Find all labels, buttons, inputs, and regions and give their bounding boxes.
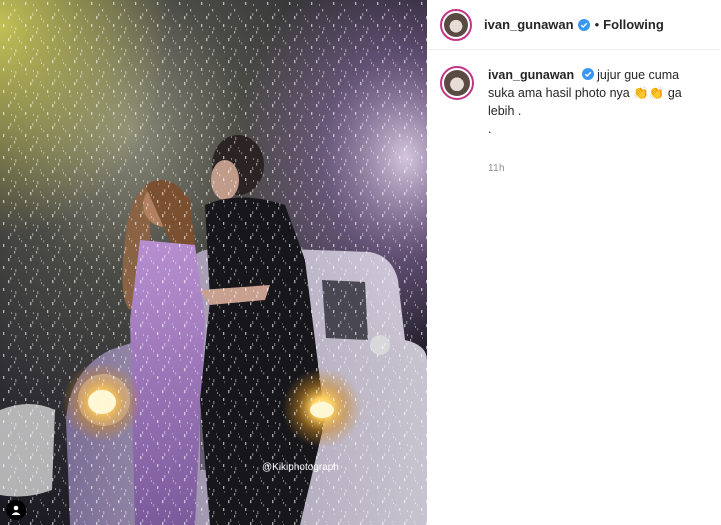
comment-avatar[interactable] (440, 66, 474, 100)
avatar[interactable] (440, 8, 472, 41)
comment-timestamp[interactable]: 11h (488, 160, 708, 178)
verified-badge-icon (581, 68, 594, 80)
avatar-image (444, 12, 468, 37)
post-photo[interactable]: @Kikiphotograph (0, 0, 427, 525)
header-username[interactable]: ivan_gunawan (484, 17, 574, 32)
post-header: ivan_gunawan • Following (428, 0, 720, 50)
caption-comment: ivan_gunawan jujur gue cuma suka ama has… (428, 50, 720, 178)
post-sidebar: ivan_gunawan • Following ivan_gunawan ju… (428, 0, 720, 525)
photo-watermark: @Kikiphotograph (262, 462, 339, 473)
avatar-image (444, 70, 470, 96)
comment-text-line2: . (488, 122, 492, 136)
comment-body: ivan_gunawan jujur gue cuma suka ama has… (488, 66, 708, 178)
photo-illustration (0, 0, 427, 525)
separator-dot: • (594, 17, 600, 32)
following-button[interactable]: Following (603, 17, 664, 32)
user-tag-icon[interactable] (6, 500, 26, 520)
comment-username[interactable]: ivan_gunawan (488, 68, 574, 82)
verified-badge-icon (577, 18, 590, 31)
